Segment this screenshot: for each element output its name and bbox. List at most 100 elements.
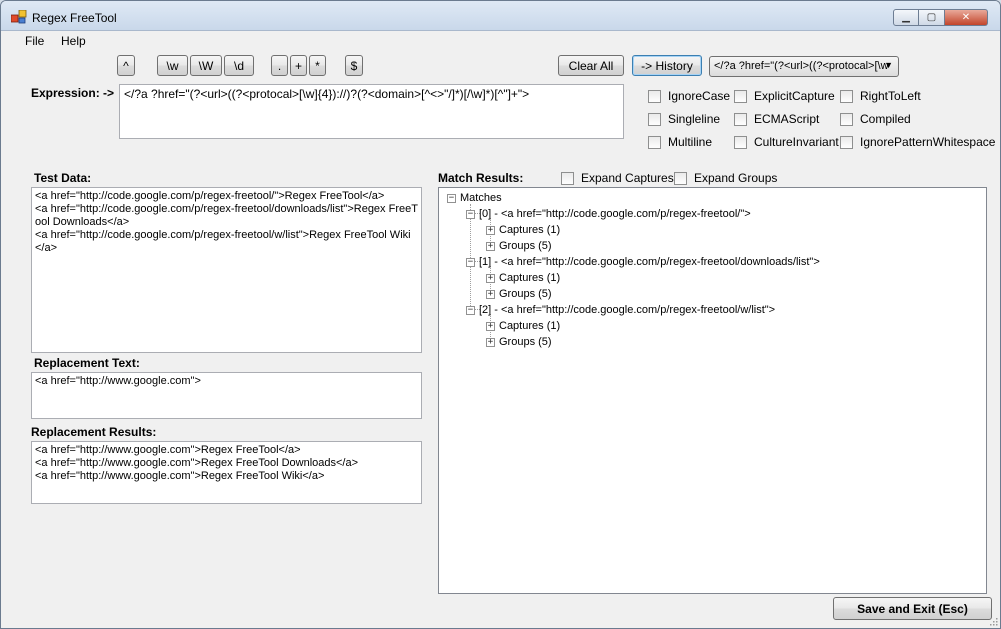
resize-grip-icon[interactable]: [988, 616, 998, 626]
expand-groups-label: Expand Groups: [694, 171, 778, 185]
digit-button[interactable]: \d: [224, 55, 254, 76]
compiled-label: Compiled: [860, 112, 911, 126]
collapse-icon[interactable]: −: [466, 305, 475, 315]
expand-icon[interactable]: +: [486, 289, 495, 299]
tree-match-1-groups[interactable]: + Groups (5): [486, 287, 552, 301]
ignore-case-label: IgnoreCase: [668, 89, 731, 103]
tree-match-0-captures[interactable]: + Captures (1): [486, 223, 560, 237]
chevron-down-icon: ▼: [884, 60, 893, 70]
replacement-text-input[interactable]: <a href="http://www.google.com">: [31, 372, 422, 419]
tree-node-label: Captures (1): [499, 320, 561, 332]
checkbox-box: [840, 135, 853, 149]
tree-node-label: Captures (1): [499, 224, 561, 236]
close-icon: ✕: [961, 11, 971, 23]
checkbox-box: [648, 135, 661, 149]
tree-match-2-captures[interactable]: + Captures (1): [486, 319, 560, 333]
checkbox-box: [561, 171, 574, 185]
expression-label: Expression: ->: [31, 86, 115, 100]
match-results-tree[interactable]: − Matches − [0] - <a href="http://code.g…: [438, 187, 987, 594]
star-button[interactable]: *: [309, 55, 326, 76]
explicit-capture-checkbox[interactable]: ExplicitCapture: [734, 89, 835, 103]
replacement-text-label: Replacement Text:: [34, 356, 140, 370]
maximize-button[interactable]: ▢: [919, 9, 945, 26]
ecmascript-checkbox[interactable]: ECMAScript: [734, 112, 819, 126]
match-results-label: Match Results:: [438, 171, 524, 185]
history-button[interactable]: -> History: [632, 55, 702, 76]
expand-icon[interactable]: +: [486, 225, 495, 235]
tree-match-1[interactable]: − [1] - <a href="http://code.google.com/…: [466, 255, 820, 269]
checkbox-box: [674, 171, 687, 185]
tree-node-label: [0] - <a href="http://code.google.com/p/…: [479, 208, 751, 220]
tree-node-label: [2] - <a href="http://code.google.com/p/…: [479, 304, 776, 316]
checkbox-box: [648, 89, 661, 103]
tree-match-0-groups[interactable]: + Groups (5): [486, 239, 552, 253]
caret-button[interactable]: ^: [117, 55, 135, 76]
non-word-char-button[interactable]: \W: [190, 55, 222, 76]
expand-icon[interactable]: +: [486, 241, 495, 251]
expand-captures-label: Expand Captures: [581, 171, 674, 185]
tree-node-label: Matches: [460, 192, 502, 204]
main-window: Regex FreeTool ▁ ▢ ✕ File Help ^ \w \W \…: [0, 0, 1001, 629]
tree-node-label: Captures (1): [499, 272, 561, 284]
ignore-pattern-whitespace-checkbox[interactable]: IgnorePatternWhitespace: [840, 135, 995, 149]
tree-node-label: [1] - <a href="http://code.google.com/p/…: [479, 256, 820, 268]
checkbox-box: [734, 135, 747, 149]
dot-button[interactable]: .: [271, 55, 288, 76]
title-bar[interactable]: Regex FreeTool ▁ ▢ ✕: [1, 1, 1000, 31]
expand-groups-checkbox[interactable]: Expand Groups: [674, 171, 777, 185]
culture-invariant-label: CultureInvariant: [754, 135, 839, 149]
replacement-results-output: <a href="http://www.google.com">Regex Fr…: [31, 441, 422, 504]
test-data-input[interactable]: <a href="http://code.google.com/p/regex-…: [31, 187, 422, 353]
menu-help[interactable]: Help: [59, 33, 88, 49]
expression-input[interactable]: </?a ?href="(?<url>((?<protocal>[\w]{4})…: [119, 84, 624, 139]
minimize-icon: ▁: [902, 11, 910, 23]
collapse-icon[interactable]: −: [466, 257, 475, 267]
tree-match-2-groups[interactable]: + Groups (5): [486, 335, 552, 349]
close-button[interactable]: ✕: [945, 9, 988, 26]
plus-button[interactable]: +: [290, 55, 307, 76]
expand-icon[interactable]: +: [486, 337, 495, 347]
window-title: Regex FreeTool: [32, 11, 117, 25]
compiled-checkbox[interactable]: Compiled: [840, 112, 911, 126]
ecmascript-label: ECMAScript: [754, 112, 820, 126]
ignore-pattern-whitespace-label: IgnorePatternWhitespace: [860, 135, 996, 149]
collapse-icon[interactable]: −: [447, 193, 456, 203]
multiline-label: Multiline: [668, 135, 713, 149]
expand-icon[interactable]: +: [486, 273, 495, 283]
tree-match-0[interactable]: − [0] - <a href="http://code.google.com/…: [466, 207, 751, 221]
checkbox-box: [734, 89, 747, 103]
explicit-capture-label: ExplicitCapture: [754, 89, 835, 103]
dollar-button[interactable]: $: [345, 55, 363, 76]
expand-captures-checkbox[interactable]: Expand Captures: [561, 171, 674, 185]
word-char-button[interactable]: \w: [157, 55, 188, 76]
tree-root-matches[interactable]: − Matches: [447, 191, 502, 205]
menu-bar: File Help: [1, 31, 1000, 51]
singleline-checkbox[interactable]: Singleline: [648, 112, 720, 126]
history-dropdown[interactable]: </?a ?href="(?<url>((?<protocal>[\w ▼: [709, 56, 899, 77]
expand-icon[interactable]: +: [486, 321, 495, 331]
collapse-icon[interactable]: −: [466, 209, 475, 219]
right-to-left-checkbox[interactable]: RightToLeft: [840, 89, 921, 103]
replacement-results-label: Replacement Results:: [31, 425, 157, 439]
minimize-button[interactable]: ▁: [893, 9, 919, 26]
clear-all-button[interactable]: Clear All: [558, 55, 624, 76]
tree-node-label: Groups (5): [499, 288, 552, 300]
singleline-label: Singleline: [668, 112, 721, 126]
right-to-left-label: RightToLeft: [860, 89, 921, 103]
checkbox-box: [840, 112, 853, 126]
tree-node-label: Groups (5): [499, 240, 552, 252]
save-and-exit-button[interactable]: Save and Exit (Esc): [833, 597, 992, 620]
menu-file[interactable]: File: [23, 33, 46, 49]
history-dropdown-value: </?a ?href="(?<url>((?<protocal>[\w: [714, 60, 889, 72]
tree-match-2[interactable]: − [2] - <a href="http://code.google.com/…: [466, 303, 775, 317]
ignore-case-checkbox[interactable]: IgnoreCase: [648, 89, 730, 103]
multiline-checkbox[interactable]: Multiline: [648, 135, 712, 149]
culture-invariant-checkbox[interactable]: CultureInvariant: [734, 135, 839, 149]
app-icon: [11, 10, 27, 24]
checkbox-box: [734, 112, 747, 126]
checkbox-box: [648, 112, 661, 126]
tree-match-1-captures[interactable]: + Captures (1): [486, 271, 560, 285]
maximize-icon: ▢: [926, 11, 937, 23]
checkbox-box: [840, 89, 853, 103]
window-controls: ▁ ▢ ✕: [893, 9, 988, 26]
